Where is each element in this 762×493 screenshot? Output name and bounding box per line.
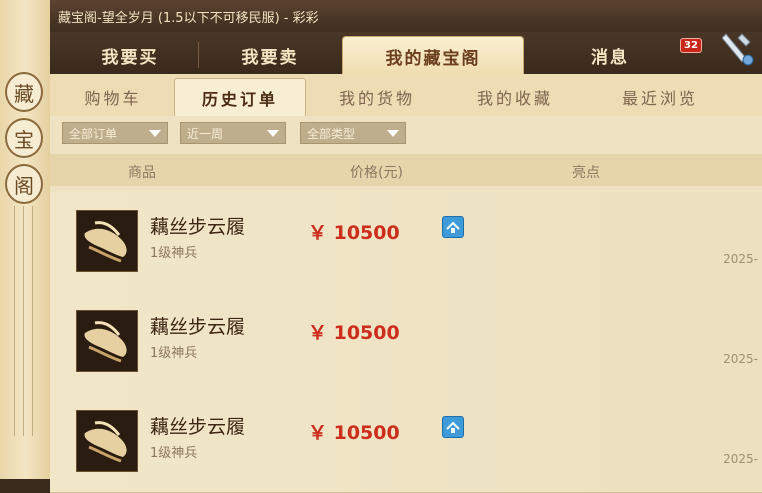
item-thumbnail[interactable] bbox=[76, 210, 138, 272]
order-date: 2025- bbox=[723, 352, 758, 366]
filter-bar: 全部订单 近一周 全部类型 bbox=[50, 116, 762, 154]
order-filter-dropdown[interactable]: 全部订单 bbox=[62, 122, 168, 144]
item-thumbnail[interactable] bbox=[76, 410, 138, 472]
window-title: 藏宝阁-望全岁月 (1.5以下不可移民服) - 彩彩 bbox=[58, 11, 319, 26]
chevron-down-icon bbox=[267, 130, 279, 137]
chevron-down-icon bbox=[387, 130, 399, 137]
item-level: 1级神兵 bbox=[150, 446, 198, 461]
sidebar-decoration: 藏 宝 阁 bbox=[0, 0, 52, 479]
boots-icon bbox=[77, 411, 137, 471]
sidebar-title-char-1: 藏 bbox=[5, 72, 43, 112]
message-count-badge: 32 bbox=[680, 38, 702, 53]
subtab-my-goods[interactable]: 我的货物 bbox=[312, 78, 442, 116]
tab-buy[interactable]: 我要买 bbox=[70, 36, 190, 74]
subtab-history-orders[interactable]: 历史订单 bbox=[174, 78, 306, 117]
tab-sell[interactable]: 我要卖 bbox=[210, 36, 330, 74]
boots-icon bbox=[77, 211, 137, 271]
header-price: 价格(元) bbox=[350, 165, 403, 181]
table-header: 商品 价格(元) 亮点 bbox=[50, 154, 762, 186]
item-name: 藕丝步云履 bbox=[150, 216, 246, 238]
window-titlebar: 藏宝阁-望全岁月 (1.5以下不可移民服) - 彩彩 bbox=[50, 0, 762, 32]
tab-my-treasure[interactable]: 我的藏宝阁 bbox=[342, 36, 524, 75]
item-price: ￥ 10500 bbox=[308, 222, 400, 244]
table-row[interactable]: 藕丝步云履 1级神兵 ￥ 10500 2025- bbox=[50, 192, 762, 293]
type-filter-value: 全部类型 bbox=[307, 126, 356, 141]
close-icon[interactable] bbox=[721, 28, 754, 72]
sidebar-title-char-2: 宝 bbox=[5, 118, 43, 158]
tab-divider bbox=[198, 42, 199, 68]
item-thumbnail[interactable] bbox=[76, 310, 138, 372]
time-filter-dropdown[interactable]: 近一周 bbox=[180, 122, 286, 144]
sidebar-decorative-text bbox=[10, 206, 40, 436]
item-price: ￥ 10500 bbox=[308, 422, 400, 444]
order-list-panel: 全部订单 近一周 全部类型 商品 价格(元) 亮点 藕丝步云履 1级神兵 ￥ 1… bbox=[50, 116, 762, 493]
info-icon[interactable] bbox=[442, 416, 464, 438]
info-icon[interactable] bbox=[442, 216, 464, 238]
order-filter-value: 全部订单 bbox=[69, 126, 118, 141]
subtab-cart[interactable]: 购物车 bbox=[58, 78, 168, 116]
item-level: 1级神兵 bbox=[150, 346, 198, 361]
sidebar-title: 藏 宝 阁 bbox=[5, 72, 43, 210]
chevron-down-icon bbox=[149, 130, 161, 137]
item-name: 藕丝步云履 bbox=[150, 416, 246, 438]
order-date: 2025- bbox=[723, 252, 758, 266]
sidebar-title-char-3: 阁 bbox=[5, 164, 43, 204]
type-filter-dropdown[interactable]: 全部类型 bbox=[300, 122, 406, 144]
subtab-my-favorites[interactable]: 我的收藏 bbox=[450, 78, 580, 116]
boots-icon bbox=[77, 311, 137, 371]
top-tab-bar: 我要买 我要卖 我的藏宝阁 消息 32 bbox=[50, 32, 762, 75]
table-row[interactable]: 藕丝步云履 1级神兵 ￥ 10500 2025- bbox=[50, 292, 762, 393]
header-highlight: 亮点 bbox=[572, 165, 600, 181]
order-date: 2025- bbox=[723, 452, 758, 466]
tab-messages[interactable]: 消息 bbox=[550, 36, 670, 74]
table-row[interactable]: 藕丝步云履 1级神兵 ￥ 10500 2025- bbox=[50, 392, 762, 493]
item-name: 藕丝步云履 bbox=[150, 316, 246, 338]
header-item: 商品 bbox=[128, 165, 156, 181]
item-level: 1级神兵 bbox=[150, 246, 198, 261]
subtab-recent-views[interactable]: 最近浏览 bbox=[590, 78, 730, 116]
item-price: ￥ 10500 bbox=[308, 322, 400, 344]
sub-tab-bar: 购物车 历史订单 我的货物 我的收藏 最近浏览 bbox=[50, 74, 762, 117]
time-filter-value: 近一周 bbox=[187, 126, 224, 141]
